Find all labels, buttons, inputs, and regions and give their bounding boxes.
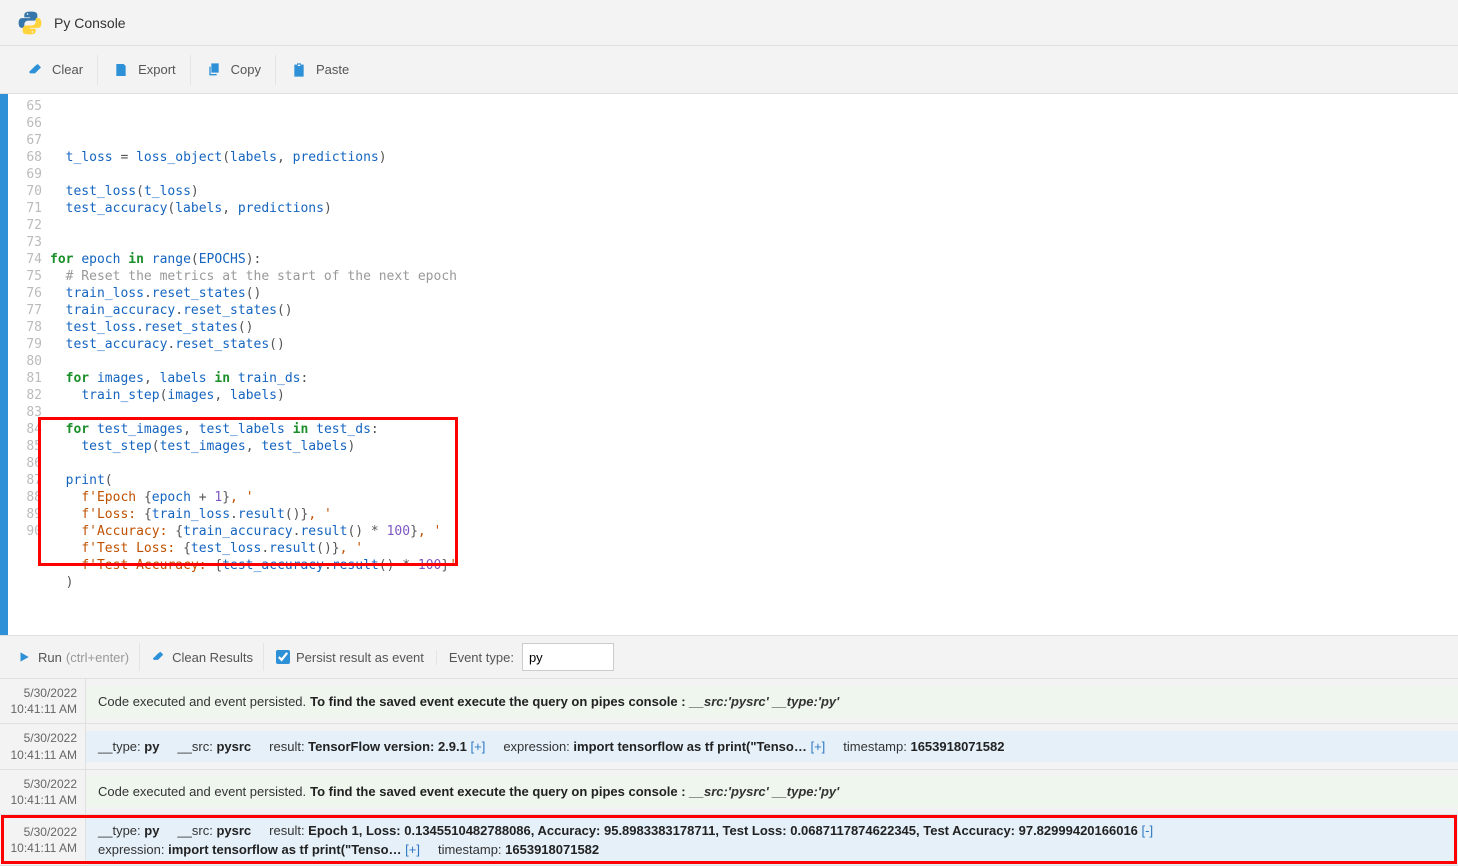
result-field: __type: py	[98, 823, 159, 838]
clean-results-button[interactable]: Clean Results	[140, 643, 264, 671]
code-line: train_accuracy.reset_states()	[50, 302, 1458, 319]
code-line: f'Test Accuracy: {test_accuracy.result()…	[50, 557, 1458, 574]
code-line: print(	[50, 472, 1458, 489]
expand-toggle[interactable]: [-]	[1138, 823, 1153, 838]
expand-toggle[interactable]: [+]	[807, 739, 825, 754]
event-type-label: Event type:	[449, 650, 514, 665]
code-line: f'Accuracy: {train_accuracy.result() * 1…	[50, 523, 1458, 540]
save-icon	[112, 61, 130, 79]
eraser-icon	[26, 61, 44, 79]
result-body: Code executed and event persisted. To fi…	[86, 686, 1458, 717]
result-field: expression: import tensorflow as tf prin…	[98, 842, 420, 857]
event-type-wrap: Event type:	[437, 643, 626, 671]
code-editor[interactable]: 6566676869707172737475767778798081828384…	[0, 94, 1458, 595]
app-title: Py Console	[54, 15, 126, 31]
result-timestamp: 5/30/202210:41:11 AM	[0, 818, 86, 862]
persist-checkbox[interactable]	[276, 650, 290, 664]
code-line	[50, 217, 1458, 234]
code-line: for epoch in range(EPOCHS):	[50, 251, 1458, 268]
expand-toggle[interactable]: [+]	[402, 842, 420, 857]
code-line: test_loss.reset_states()	[50, 319, 1458, 336]
result-row: 5/30/202210:41:11 AM __type: py __src: pys…	[0, 815, 1458, 866]
result-timestamp: 5/30/202210:41:11 AM	[0, 724, 86, 768]
result-field: result: TensorFlow version: 2.9.1 [+]	[269, 739, 485, 754]
code-line	[50, 234, 1458, 251]
result-field: expression: import tensorflow as tf prin…	[503, 739, 825, 754]
result-field: __src: pysrc	[177, 739, 251, 754]
result-field: result: Epoch 1, Loss: 0.134551048278808…	[269, 823, 1153, 838]
persist-label: Persist result as event	[296, 650, 424, 665]
editor-left-bar	[0, 94, 8, 595]
result-field: __type: py	[98, 739, 159, 754]
code-line: t_loss = loss_object(labels, predictions…	[50, 149, 1458, 166]
code-line: test_accuracy.reset_states()	[50, 336, 1458, 353]
eraser-icon	[150, 649, 166, 665]
result-body: __type: py __src: pysrc result: Epoch 1, L…	[86, 815, 1458, 865]
code-line: train_loss.reset_states()	[50, 285, 1458, 302]
main-toolbar: Clear Export Copy Paste	[0, 46, 1458, 94]
code-line: # Reset the metrics at the start of the …	[50, 268, 1458, 285]
app-header: Py Console	[0, 0, 1458, 46]
paste-button[interactable]: Paste	[276, 55, 363, 85]
line-number-gutter: 6566676869707172737475767778798081828384…	[8, 94, 50, 595]
result-row: 5/30/202210:41:11 AMCode executed and ev…	[0, 770, 1458, 815]
code-line: for test_images, test_labels in test_ds:	[50, 421, 1458, 438]
result-field: __src: pysrc	[177, 823, 251, 838]
run-toolbar: Run (ctrl+enter) Clean Results Persist r…	[0, 635, 1458, 679]
code-line: test_loss(t_loss)	[50, 183, 1458, 200]
copy-button[interactable]: Copy	[191, 55, 276, 85]
export-button[interactable]: Export	[98, 55, 191, 85]
persist-checkbox-wrap: Persist result as event	[264, 650, 437, 665]
clipboard-icon	[290, 61, 308, 79]
result-body: __type: py __src: pysrc result: TensorFlow…	[86, 731, 1458, 762]
code-line	[50, 404, 1458, 421]
code-line	[50, 353, 1458, 370]
code-line: )	[50, 574, 1458, 591]
python-logo-icon	[16, 9, 44, 37]
editor-pad	[0, 595, 1458, 635]
code-content[interactable]: t_loss = loss_object(labels, predictions…	[50, 94, 1458, 595]
results-panel: 5/30/202210:41:11 AMCode executed and ev…	[0, 679, 1458, 866]
code-line	[50, 166, 1458, 183]
result-row: 5/30/202210:41:11 AMCode executed and ev…	[0, 679, 1458, 724]
code-line: for images, labels in train_ds:	[50, 370, 1458, 387]
event-type-input[interactable]	[522, 643, 614, 671]
result-field: timestamp: 1653918071582	[438, 842, 599, 857]
run-button[interactable]: Run (ctrl+enter)	[6, 643, 140, 671]
result-row: 5/30/202210:41:11 AM __type: py __src: pys…	[0, 724, 1458, 769]
copy-icon	[205, 61, 223, 79]
result-timestamp: 5/30/202210:41:11 AM	[0, 679, 86, 723]
code-line	[50, 455, 1458, 472]
code-line: test_step(test_images, test_labels)	[50, 438, 1458, 455]
result-body: Code executed and event persisted. To fi…	[86, 776, 1458, 807]
code-line: test_accuracy(labels, predictions)	[50, 200, 1458, 217]
result-timestamp: 5/30/202210:41:11 AM	[0, 770, 86, 814]
play-icon	[16, 649, 32, 665]
code-line: f'Epoch {epoch + 1}, '	[50, 489, 1458, 506]
code-line: f'Loss: {train_loss.result()}, '	[50, 506, 1458, 523]
code-line: train_step(images, labels)	[50, 387, 1458, 404]
clear-button[interactable]: Clear	[12, 55, 98, 85]
result-field: timestamp: 1653918071582	[843, 739, 1004, 754]
expand-toggle[interactable]: [+]	[467, 739, 485, 754]
code-line: f'Test Loss: {test_loss.result()}, '	[50, 540, 1458, 557]
